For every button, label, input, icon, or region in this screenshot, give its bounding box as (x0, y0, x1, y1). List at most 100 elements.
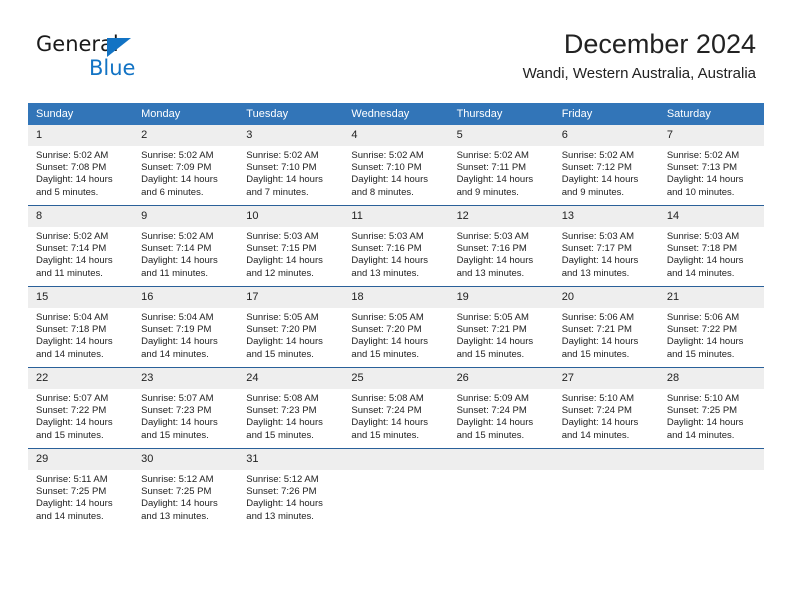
page-header: General Blue December 2024 Wandi, Wester… (0, 0, 792, 100)
calendar-day-cell[interactable]: 22 Sunrise: 5:07 AM Sunset: 7:22 PM Dayligh… (28, 367, 134, 449)
day-number (553, 449, 659, 470)
calendar-empty-cell (343, 448, 449, 529)
daylight-text-line2: and 15 minutes. (246, 429, 314, 441)
day-sun-info: Sunrise: 5:03 AM Sunset: 7:18 PM Daylight:… (659, 227, 764, 280)
day-number (658, 449, 764, 470)
generalblue-logo[interactable]: General Blue (36, 32, 236, 88)
daylight-text-line1: Daylight: 14 hours (351, 174, 428, 186)
calendar-day-cell[interactable]: 27 Sunrise: 5:10 AM Sunset: 7:24 PM Dayligh… (553, 367, 659, 449)
sunset-text: Sunset: 7:22 PM (36, 405, 107, 417)
day-sun-info: Sunrise: 5:03 AM Sunset: 7:17 PM Daylight:… (554, 227, 659, 280)
day-number: 15 (28, 287, 134, 308)
daylight-text-line1: Daylight: 14 hours (36, 417, 113, 429)
day-sun-info: Sunrise: 5:08 AM Sunset: 7:23 PM Daylight:… (238, 389, 343, 442)
daylight-text-line2: and 15 minutes. (351, 429, 420, 441)
calendar-day-cell[interactable]: 23 Sunrise: 5:07 AM Sunset: 7:23 PM Dayligh… (133, 367, 239, 449)
day-number: 30 (133, 449, 239, 470)
daylight-text-line2: and 15 minutes. (351, 348, 420, 360)
daylight-text-line2: and 14 minutes. (36, 510, 104, 522)
sunrise-text: Sunrise: 5:02 AM (351, 150, 424, 161)
daylight-text-line1: Daylight: 14 hours (36, 174, 113, 186)
calendar-day-cell[interactable]: 24 Sunrise: 5:08 AM Sunset: 7:23 PM Dayligh… (238, 367, 344, 449)
day-number: 9 (133, 206, 239, 227)
calendar-day-cell[interactable]: 28 Sunrise: 5:10 AM Sunset: 7:25 PM Dayligh… (658, 367, 764, 449)
daylight-text-line1: Daylight: 14 hours (246, 174, 323, 186)
daylight-text-line2: and 15 minutes. (141, 429, 209, 441)
daylight-text-line2: and 12 minutes. (246, 267, 314, 279)
day-sun-info (449, 470, 554, 474)
sunrise-text: Sunrise: 5:06 AM (666, 312, 740, 323)
daylight-text-line2: and 14 minutes. (666, 429, 735, 441)
page-title: December 2024 (563, 29, 756, 59)
calendar-day-cell[interactable]: 1 Sunrise: 5:02 AM Sunset: 7:08 PM Daylight… (28, 125, 134, 206)
daylight-text-line1: Daylight: 14 hours (561, 255, 639, 267)
sunrise-text: Sunrise: 5:07 AM (141, 393, 214, 404)
calendar-day-cell[interactable]: 4 Sunrise: 5:02 AM Sunset: 7:10 PM Daylight… (343, 125, 449, 206)
calendar-day-cell[interactable]: 8 Sunrise: 5:02 AM Sunset: 7:14 PM Daylight… (28, 205, 134, 287)
sunset-text: Sunset: 7:24 PM (456, 405, 527, 417)
sunrise-text: Sunrise: 5:04 AM (36, 312, 109, 323)
sunrise-text: Sunrise: 5:05 AM (456, 312, 529, 323)
sunset-text: Sunset: 7:16 PM (456, 243, 527, 255)
calendar-day-cell[interactable]: 15 Sunrise: 5:04 AM Sunset: 7:18 PM Dayligh… (28, 286, 134, 368)
daylight-text-line1: Daylight: 14 hours (561, 174, 639, 186)
day-sun-info: Sunrise: 5:03 AM Sunset: 7:16 PM Daylight:… (343, 227, 448, 280)
sunset-text: Sunset: 7:25 PM (36, 486, 107, 498)
calendar-day-cell[interactable]: 6 Sunrise: 5:02 AM Sunset: 7:12 PM Daylight… (553, 125, 659, 206)
day-number: 19 (448, 287, 554, 308)
daylight-text-line2: and 14 minutes. (561, 429, 630, 441)
sunrise-text: Sunrise: 5:04 AM (141, 312, 214, 323)
calendar-day-cell[interactable]: 21 Sunrise: 5:06 AM Sunset: 7:22 PM Dayligh… (658, 286, 764, 368)
sunrise-text: Sunrise: 5:03 AM (351, 231, 424, 242)
calendar-day-cell[interactable]: 3 Sunrise: 5:02 AM Sunset: 7:10 PM Daylight… (238, 125, 344, 206)
day-sun-info: Sunrise: 5:02 AM Sunset: 7:12 PM Daylight:… (554, 146, 659, 199)
calendar-day-cell[interactable]: 18 Sunrise: 5:05 AM Sunset: 7:20 PM Dayligh… (343, 286, 449, 368)
day-sun-info: Sunrise: 5:05 AM Sunset: 7:21 PM Daylight:… (449, 308, 554, 361)
day-number: 4 (343, 125, 449, 146)
sunset-text: Sunset: 7:16 PM (351, 243, 422, 255)
daylight-text-line1: Daylight: 14 hours (666, 336, 744, 348)
calendar-empty-cell (553, 448, 659, 529)
calendar-day-cell[interactable]: 30 Sunrise: 5:12 AM Sunset: 7:25 PM Dayligh… (133, 448, 239, 529)
calendar-day-cell[interactable]: 14 Sunrise: 5:03 AM Sunset: 7:18 PM Dayligh… (658, 205, 764, 287)
calendar-day-cell[interactable]: 17 Sunrise: 5:05 AM Sunset: 7:20 PM Dayligh… (238, 286, 344, 368)
calendar-day-cell[interactable]: 31 Sunrise: 5:12 AM Sunset: 7:26 PM Dayligh… (238, 448, 344, 529)
calendar-day-cell[interactable]: 11 Sunrise: 5:03 AM Sunset: 7:16 PM Dayligh… (343, 205, 449, 287)
calendar-day-cell[interactable]: 13 Sunrise: 5:03 AM Sunset: 7:17 PM Dayligh… (553, 205, 659, 287)
day-number: 5 (448, 125, 554, 146)
calendar-day-cell[interactable]: 2 Sunrise: 5:02 AM Sunset: 7:09 PM Daylight… (133, 125, 239, 206)
calendar-day-cell[interactable]: 19 Sunrise: 5:05 AM Sunset: 7:21 PM Dayligh… (448, 286, 554, 368)
day-number: 23 (133, 368, 239, 389)
calendar-day-cell[interactable]: 20 Sunrise: 5:06 AM Sunset: 7:21 PM Dayligh… (553, 286, 659, 368)
daylight-text-line1: Daylight: 14 hours (141, 336, 218, 348)
day-number: 6 (553, 125, 659, 146)
daylight-text-line2: and 14 minutes. (666, 267, 735, 279)
daylight-text-line1: Daylight: 14 hours (666, 417, 744, 429)
sunset-text: Sunset: 7:14 PM (36, 243, 107, 255)
sunrise-text: Sunrise: 5:03 AM (666, 231, 740, 242)
daylight-text-line1: Daylight: 14 hours (36, 336, 113, 348)
day-sun-info: Sunrise: 5:08 AM Sunset: 7:24 PM Daylight:… (343, 389, 448, 442)
day-sun-info: Sunrise: 5:10 AM Sunset: 7:25 PM Daylight:… (659, 389, 764, 442)
calendar-day-cell[interactable]: 29 Sunrise: 5:11 AM Sunset: 7:25 PM Dayligh… (28, 448, 134, 529)
daylight-text-line2: and 14 minutes. (36, 348, 104, 360)
calendar-week-row: 22 Sunrise: 5:07 AM Sunset: 7:22 PM Dayligh… (28, 367, 764, 449)
calendar-day-cell[interactable]: 25 Sunrise: 5:08 AM Sunset: 7:24 PM Dayligh… (343, 367, 449, 449)
calendar-day-cell[interactable]: 10 Sunrise: 5:03 AM Sunset: 7:15 PM Dayligh… (238, 205, 344, 287)
calendar-day-cell[interactable]: 16 Sunrise: 5:04 AM Sunset: 7:19 PM Dayligh… (133, 286, 239, 368)
calendar-day-cell[interactable]: 5 Sunrise: 5:02 AM Sunset: 7:11 PM Daylight… (448, 125, 554, 206)
day-number: 25 (343, 368, 449, 389)
day-number: 10 (238, 206, 344, 227)
sunrise-text: Sunrise: 5:05 AM (246, 312, 319, 323)
sunset-text: Sunset: 7:08 PM (36, 162, 107, 174)
sunset-text: Sunset: 7:21 PM (456, 324, 527, 336)
title-block: December 2024 Wandi, Western Australia, … (523, 28, 756, 84)
calendar-day-cell[interactable]: 9 Sunrise: 5:02 AM Sunset: 7:14 PM Daylight… (133, 205, 239, 287)
daylight-text-line1: Daylight: 14 hours (456, 336, 534, 348)
calendar-day-cell[interactable]: 12 Sunrise: 5:03 AM Sunset: 7:16 PM Dayligh… (448, 205, 554, 287)
calendar-day-cell[interactable]: 26 Sunrise: 5:09 AM Sunset: 7:24 PM Dayligh… (448, 367, 554, 449)
daylight-text-line2: and 9 minutes. (456, 186, 519, 198)
day-sun-info: Sunrise: 5:02 AM Sunset: 7:10 PM Daylight:… (343, 146, 448, 199)
calendar-day-cell[interactable]: 7 Sunrise: 5:02 AM Sunset: 7:13 PM Daylight… (658, 125, 764, 206)
daylight-text-line2: and 15 minutes. (666, 348, 735, 360)
